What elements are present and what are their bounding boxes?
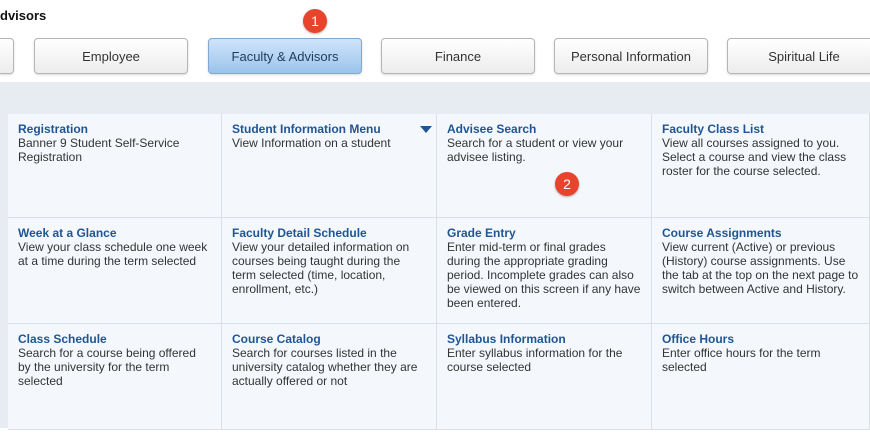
card-week-at-a-glance[interactable]: Week at a Glance View your class schedul…: [8, 218, 222, 324]
card-course-catalog[interactable]: Course Catalog Search for courses listed…: [222, 324, 437, 430]
card-student-information-menu[interactable]: Student Information Menu View Informatio…: [222, 114, 437, 218]
tab-partial[interactable]: [0, 38, 14, 74]
card-class-schedule[interactable]: Class Schedule Search for a course being…: [8, 324, 222, 430]
card-title[interactable]: Faculty Detail Schedule: [232, 226, 426, 240]
card-faculty-class-list[interactable]: Faculty Class List View all courses assi…: [652, 114, 870, 218]
card-desc: View current (Active) or previous (Histo…: [662, 240, 859, 296]
card-faculty-detail-schedule[interactable]: Faculty Detail Schedule View your detail…: [222, 218, 437, 324]
card-desc: Search for a student or view your advise…: [447, 136, 624, 164]
card-desc: Enter syllabus information for the cours…: [447, 346, 623, 374]
card-title[interactable]: Syllabus Information: [447, 332, 641, 346]
menu-grid: Registration Banner 9 Student Self-Servi…: [8, 114, 870, 430]
card-desc: View Information on a student: [232, 136, 391, 150]
card-desc: View all courses assigned to you. Select…: [662, 136, 847, 178]
step-badge-2: 2: [555, 172, 579, 196]
tab-faculty-advisors[interactable]: Faculty & Advisors: [208, 38, 362, 74]
tab-employee[interactable]: Employee: [34, 38, 188, 74]
card-title[interactable]: Class Schedule: [18, 332, 211, 346]
page-title: dvisors: [0, 8, 47, 23]
card-grade-entry[interactable]: Grade Entry Enter mid-term or final grad…: [437, 218, 652, 324]
card-title[interactable]: Course Catalog: [232, 332, 426, 346]
card-title[interactable]: Course Assignments: [662, 226, 859, 240]
step-badge-1: 1: [303, 9, 327, 33]
card-desc: Banner 9 Student Self-Service Registrati…: [18, 136, 180, 164]
card-desc: View your class schedule one week at a t…: [18, 240, 208, 268]
card-desc: Enter office hours for the term selected: [662, 346, 821, 374]
card-desc: Search for a course being offered by the…: [18, 346, 196, 388]
card-title[interactable]: Faculty Class List: [662, 122, 859, 136]
dropdown-arrow-icon[interactable]: [420, 126, 432, 133]
card-title[interactable]: Registration: [18, 122, 211, 136]
card-office-hours[interactable]: Office Hours Enter office hours for the …: [652, 324, 870, 430]
tab-personal-information[interactable]: Personal Information: [554, 38, 708, 74]
card-title[interactable]: Advisee Search: [447, 122, 641, 136]
card-title[interactable]: Grade Entry: [447, 226, 641, 240]
card-syllabus-information[interactable]: Syllabus Information Enter syllabus info…: [437, 324, 652, 430]
card-title[interactable]: Student Information Menu: [232, 122, 426, 136]
card-desc: View your detailed information on course…: [232, 240, 410, 296]
card-desc: Search for courses listed in the univers…: [232, 346, 418, 388]
card-desc: Enter mid-term or final grades during th…: [447, 240, 641, 310]
card-title[interactable]: Week at a Glance: [18, 226, 211, 240]
card-registration[interactable]: Registration Banner 9 Student Self-Servi…: [8, 114, 222, 218]
tab-finance[interactable]: Finance: [381, 38, 535, 74]
tab-bar: Employee Faculty & Advisors Finance Pers…: [0, 38, 870, 76]
tab-spiritual-life[interactable]: Spiritual Life: [727, 38, 870, 74]
card-course-assignments[interactable]: Course Assignments View current (Active)…: [652, 218, 870, 324]
card-advisee-search[interactable]: Advisee Search Search for a student or v…: [437, 114, 652, 218]
card-title[interactable]: Office Hours: [662, 332, 859, 346]
